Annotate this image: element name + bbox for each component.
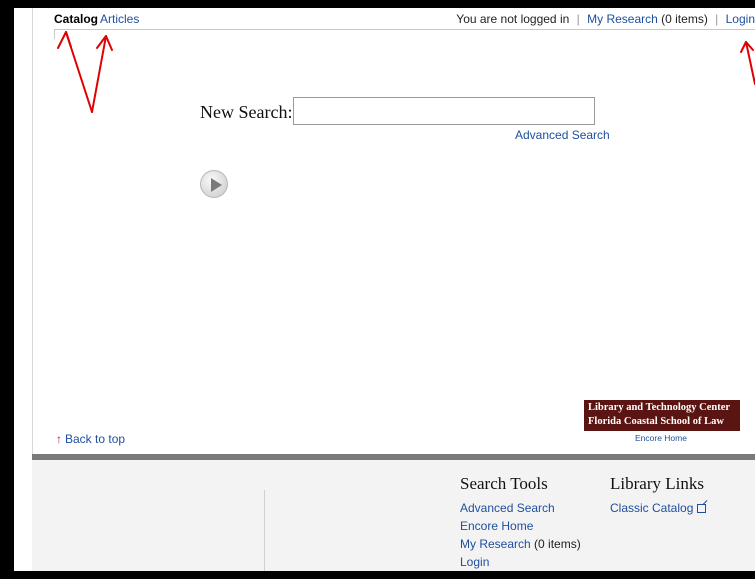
encore-home-link[interactable]: Encore Home xyxy=(635,433,687,443)
search-input[interactable] xyxy=(293,97,595,125)
separator: | xyxy=(715,12,719,26)
login-status: You are not logged in xyxy=(456,12,570,26)
page-frame: Catalog Articles You are not logged in |… xyxy=(14,8,755,571)
my-research-link[interactable]: My Research xyxy=(587,12,658,26)
tab-underline xyxy=(54,29,755,30)
top-navigation: Catalog Articles You are not logged in |… xyxy=(14,8,755,30)
footer-login-link[interactable]: Login xyxy=(460,555,489,569)
footer: Search Tools Library Links Advanced Sear… xyxy=(32,460,755,571)
library-links-heading: Library Links xyxy=(610,474,704,493)
search-go-button[interactable] xyxy=(200,170,228,198)
logo-line-2: Florida Coastal School of Law xyxy=(588,416,724,427)
user-links: You are not logged in | My Research (0 i… xyxy=(456,12,755,26)
advanced-search-link[interactable]: Advanced Search xyxy=(515,128,610,142)
separator: | xyxy=(576,12,580,26)
external-link-icon xyxy=(697,504,707,513)
footer-my-research: My Research (0 items) xyxy=(460,537,581,551)
classic-catalog: Classic Catalog xyxy=(610,501,707,515)
tab-catalog[interactable]: Catalog xyxy=(54,12,98,26)
back-to-top-label: Back to top xyxy=(65,432,126,446)
play-arrow-icon xyxy=(211,178,222,192)
footer-my-research-link[interactable]: My Research xyxy=(460,537,531,551)
tab-articles[interactable]: Articles xyxy=(100,12,139,26)
search-label: New Search: xyxy=(200,102,293,122)
footer-advanced-search-link[interactable]: Advanced Search xyxy=(460,501,555,515)
logo-line-1: Library and Technology Center xyxy=(588,402,731,413)
tab-notch xyxy=(54,29,66,39)
classic-catalog-link[interactable]: Classic Catalog xyxy=(610,501,693,515)
left-divider xyxy=(32,8,33,454)
footer-encore-home-link[interactable]: Encore Home xyxy=(460,519,533,533)
footer-my-research-count: (0 items) xyxy=(534,537,581,551)
search-tools-heading: Search Tools xyxy=(460,474,548,493)
library-logo[interactable]: Library and Technology Center Florida Co… xyxy=(584,400,740,431)
login-link[interactable]: Login xyxy=(726,12,755,26)
my-research-count: (0 items) xyxy=(661,12,708,26)
footer-column-divider xyxy=(264,490,265,571)
up-arrow-icon: ↑ xyxy=(56,432,62,446)
back-to-top-link[interactable]: ↑ Back to top xyxy=(56,432,125,446)
